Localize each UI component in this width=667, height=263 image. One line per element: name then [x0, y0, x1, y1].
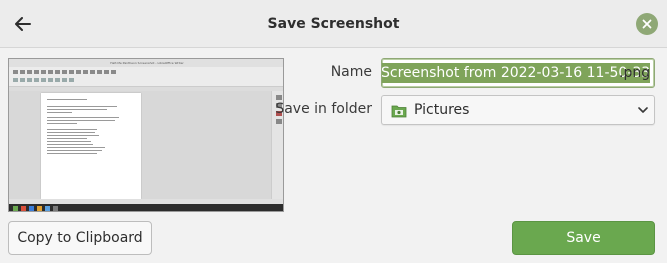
- chevron-down-icon: [638, 107, 648, 113]
- save-folder-label: Save in folder: [275, 101, 372, 117]
- folder-select[interactable]: Pictures: [381, 95, 655, 125]
- screenshot-preview: Half-life Pantheon Screenshot - LibreOff…: [8, 58, 284, 212]
- pictures-folder-icon: [391, 105, 407, 118]
- dialog-title: Save Screenshot: [267, 16, 400, 32]
- arrow-left-icon: [15, 17, 31, 31]
- filename-extension: .png: [619, 65, 651, 81]
- preview-taskbar: [9, 204, 283, 211]
- close-button[interactable]: [636, 13, 658, 35]
- name-label: Name: [330, 64, 372, 80]
- preview-window-title: Half-life Pantheon Screenshot - LibreOff…: [110, 61, 184, 65]
- close-icon: [642, 19, 652, 29]
- filename-input[interactable]: Screenshot from 2022-03-16 11-50-33 .png: [381, 58, 655, 88]
- folder-value: Pictures: [414, 102, 470, 118]
- back-button[interactable]: [8, 10, 38, 38]
- save-button[interactable]: Save: [512, 221, 655, 255]
- dialog-header: Save Screenshot: [0, 0, 667, 48]
- copy-to-clipboard-button[interactable]: Copy to Clipboard: [8, 221, 152, 255]
- preview-toolbar: [9, 67, 283, 87]
- preview-page: [41, 93, 141, 199]
- filename-selected-text: Screenshot from 2022-03-16 11-50-33: [381, 63, 651, 83]
